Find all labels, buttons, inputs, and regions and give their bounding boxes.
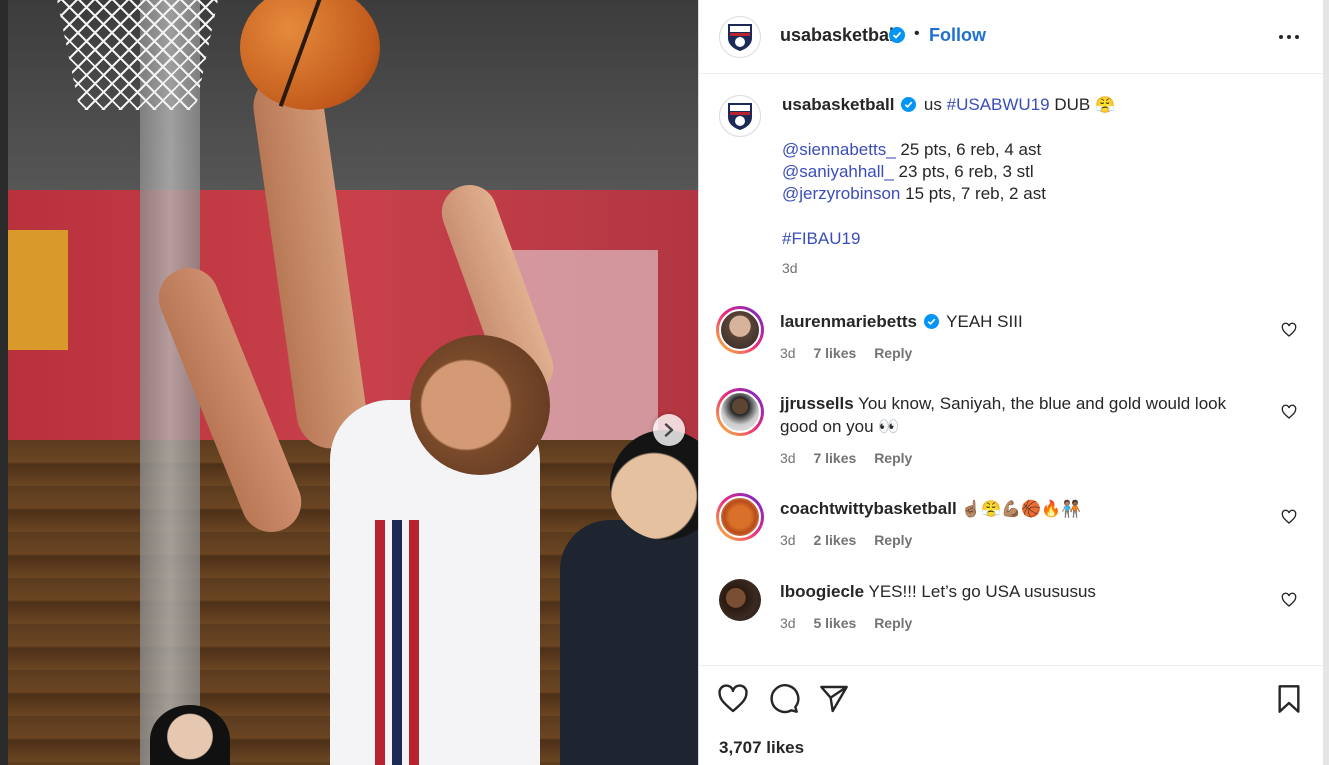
- like-comment-button[interactable]: [1281, 322, 1299, 340]
- like-comment-button[interactable]: [1281, 592, 1299, 610]
- comment-meta: 3d 2 likes Reply: [780, 532, 926, 548]
- more-icon: [1279, 35, 1299, 39]
- heart-icon: [1281, 322, 1297, 337]
- comment-body: ☝🏽😤💪🏽🏀🔥🧑🏽‍🤝‍🧑🏾: [961, 499, 1081, 518]
- mention-siennabetts[interactable]: @siennabetts_: [782, 140, 896, 159]
- action-bar: 3,707 likes: [699, 665, 1324, 765]
- comment-likes[interactable]: 7 likes: [813, 450, 856, 466]
- caption-emoji: 😤: [1094, 95, 1115, 114]
- comment-username[interactable]: coachtwittybasketball: [780, 499, 957, 518]
- caption-text-prefix: us: [923, 95, 942, 114]
- comment-time: 3d: [780, 345, 796, 361]
- like-button[interactable]: [717, 683, 751, 717]
- next-photo-button[interactable]: [653, 414, 685, 446]
- post-photo[interactable]: [0, 0, 698, 765]
- usa-logo-avatar[interactable]: [719, 16, 761, 58]
- like-comment-button[interactable]: [1281, 509, 1299, 527]
- stat-line-1: 25 pts, 6 reb, 4 ast: [900, 140, 1042, 159]
- comment-meta: 3d 7 likes Reply: [780, 450, 926, 466]
- comment-text: jjrussells You know, Saniyah, the blue a…: [780, 392, 1250, 438]
- heart-icon: [718, 684, 748, 713]
- avatar[interactable]: [716, 388, 764, 436]
- comment-username[interactable]: laurenmariebetts: [780, 312, 917, 331]
- caption-time: 3d: [782, 260, 798, 276]
- comment-text: lboogiecle YES!!! Let’s go USA usususus: [780, 580, 1250, 603]
- avatar[interactable]: [716, 493, 764, 541]
- avatar[interactable]: [716, 306, 764, 354]
- comment-username[interactable]: jjrussells: [780, 394, 854, 413]
- reply-button[interactable]: Reply: [874, 345, 912, 361]
- more-options-button[interactable]: [1277, 28, 1301, 46]
- caption-body: usabasketball us #USABWU19 DUB 😤 @sienna…: [782, 95, 1302, 279]
- comment-likes[interactable]: 5 likes: [813, 615, 856, 631]
- post-likes-count[interactable]: 3,707 likes: [719, 738, 804, 758]
- comments-section[interactable]: usabasketball us #USABWU19 DUB 😤 @sienna…: [699, 75, 1324, 665]
- usa-basketball-logo: [728, 24, 752, 51]
- korea-player: [560, 520, 698, 765]
- comment-meta: 3d 5 likes Reply: [780, 615, 926, 631]
- comment-likes[interactable]: 7 likes: [813, 345, 856, 361]
- stat-line-2: 23 pts, 6 reb, 3 stl: [898, 162, 1034, 181]
- comment-text: laurenmariebetts YEAH SIII: [780, 310, 1250, 333]
- verified-icon: [889, 27, 905, 48]
- follow-button[interactable]: Follow: [929, 25, 986, 46]
- share-button[interactable]: [818, 683, 852, 717]
- caption-avatar[interactable]: [719, 95, 761, 137]
- comment-body: YES!!! Let’s go USA usususus: [868, 582, 1096, 601]
- chevron-right-icon: [664, 423, 674, 437]
- usa-player-head: [410, 335, 550, 475]
- like-comment-button[interactable]: [1281, 404, 1299, 422]
- caption-text-suffix: DUB: [1054, 95, 1091, 114]
- share-icon: [820, 685, 848, 713]
- heart-icon: [1281, 592, 1297, 607]
- comment-icon: [770, 684, 800, 714]
- verified-icon: [901, 97, 917, 112]
- hashtag-fibau19[interactable]: #FIBAU19: [782, 229, 860, 248]
- comment-time: 3d: [780, 450, 796, 466]
- mention-jerzyrobinson[interactable]: @jerzyrobinson: [782, 184, 900, 203]
- reply-button[interactable]: Reply: [874, 615, 912, 631]
- avatar[interactable]: [719, 579, 761, 621]
- reply-button[interactable]: Reply: [874, 532, 912, 548]
- usa-basketball-logo: [728, 103, 752, 130]
- stat-line-3: 15 pts, 7 reb, 2 ast: [905, 184, 1046, 203]
- caption-username[interactable]: usabasketball: [782, 95, 894, 114]
- comment-button[interactable]: [768, 683, 802, 717]
- comment-username[interactable]: lboogiecle: [780, 582, 864, 601]
- post-panel: usabasketball • Follow usabasketball us …: [698, 0, 1324, 765]
- heart-icon: [1281, 404, 1297, 419]
- comment-likes[interactable]: 2 likes: [813, 532, 856, 548]
- hashtag-usabwu19[interactable]: #USABWU19: [947, 95, 1050, 114]
- comment-time: 3d: [780, 532, 796, 548]
- mention-saniyahhall[interactable]: @saniyahhall_: [782, 162, 894, 181]
- comment-body: YEAH SIII: [946, 312, 1023, 331]
- comment-time: 3d: [780, 615, 796, 631]
- basketball-net: [55, 0, 220, 110]
- header-username[interactable]: usabasketball: [780, 25, 899, 46]
- reply-button[interactable]: Reply: [874, 450, 912, 466]
- comment-meta: 3d 7 likes Reply: [780, 345, 926, 361]
- comment-text: coachtwittybasketball ☝🏽😤💪🏽🏀🔥🧑🏽‍🤝‍🧑🏾: [780, 497, 1250, 520]
- page-scrollbar[interactable]: [1323, 0, 1329, 765]
- heart-icon: [1281, 509, 1297, 524]
- banner-accent: [8, 230, 68, 350]
- save-button[interactable]: [1273, 683, 1307, 717]
- verified-icon: [923, 314, 939, 329]
- post-header: usabasketball • Follow: [699, 0, 1324, 74]
- photo-edge: [0, 0, 8, 765]
- header-separator: •: [914, 25, 920, 42]
- bookmark-icon: [1278, 685, 1300, 713]
